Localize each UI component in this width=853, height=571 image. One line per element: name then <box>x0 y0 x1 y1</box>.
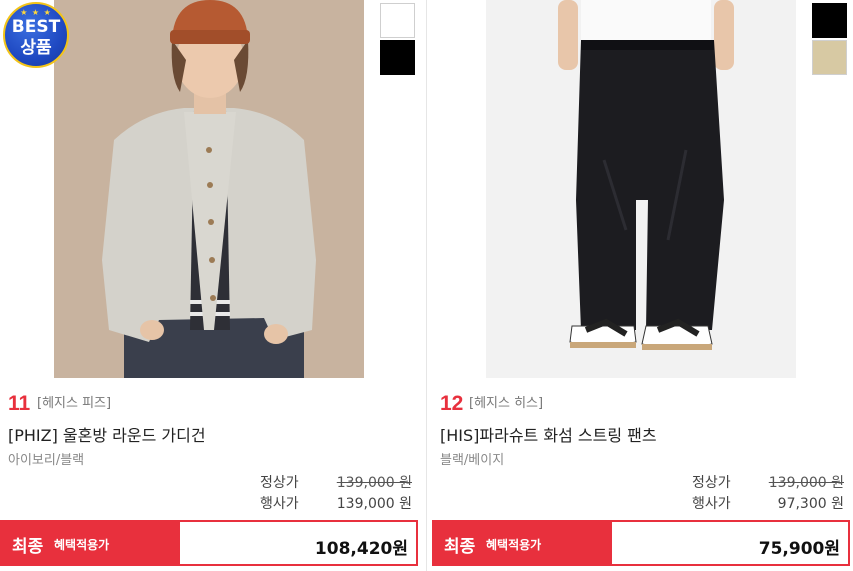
final-price: 75,900원 <box>758 539 840 559</box>
brand-label: [헤지스 히스] <box>469 396 544 411</box>
color-swatch-black[interactable] <box>380 40 415 75</box>
event-price: 97,300 원 <box>777 496 844 512</box>
card-divider <box>426 0 427 571</box>
final-price-tag: 최종 혜택적용가 <box>434 522 612 564</box>
color-swatch-ivory[interactable] <box>380 3 415 38</box>
color-swatch-black[interactable] <box>812 3 847 38</box>
product-image[interactable] <box>54 0 364 378</box>
final-price: 108,420원 <box>314 539 408 559</box>
product-card-12[interactable]: 12 [헤지스 히스] [HIS]파라슈트 화섬 스트링 팬츠 블랙/베이지 정… <box>432 0 852 571</box>
final-price-box: 최종 혜택적용가 75,900원 <box>432 520 850 566</box>
best-badge: ★ ★ ★ BEST 상품 <box>3 2 69 68</box>
product-colors: 아이보리/블랙 <box>8 453 85 468</box>
event-price-label: 행사가 <box>260 496 299 512</box>
regular-price: 139,000 원 <box>336 475 412 491</box>
final-price-tag: 최종 혜택적용가 <box>2 522 180 564</box>
product-image[interactable] <box>486 0 796 378</box>
event-price-label: 행사가 <box>692 496 731 512</box>
event-price: 139,000 원 <box>336 496 412 512</box>
color-swatch-beige[interactable] <box>812 40 847 75</box>
product-name[interactable]: [HIS]파라슈트 화섬 스트링 팬츠 <box>440 422 657 446</box>
regular-price-label: 정상가 <box>260 475 299 491</box>
product-name[interactable]: [PHIZ] 울혼방 라운드 가디건 <box>8 422 206 446</box>
rank-number: 11 <box>8 392 31 415</box>
regular-price-label: 정상가 <box>692 475 731 491</box>
final-price-box: 최종 혜택적용가 108,420원 <box>0 520 418 566</box>
brand-label: [헤지스 피즈] <box>37 396 112 411</box>
product-card-11[interactable]: ★ ★ ★ BEST 상품 11 [헤지스 피즈] [PHIZ] 울혼방 라운드… <box>0 0 420 571</box>
rank-number: 12 <box>440 392 464 415</box>
regular-price: 139,000 원 <box>768 475 844 491</box>
product-colors: 블랙/베이지 <box>440 453 505 468</box>
